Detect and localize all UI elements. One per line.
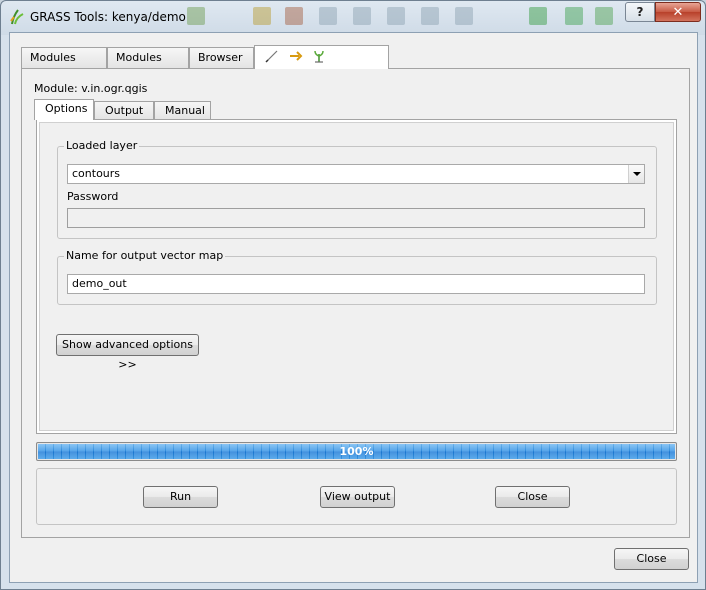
tab-output[interactable]: Output — [94, 101, 154, 120]
password-label: Password — [67, 190, 119, 203]
chevron-down-icon[interactable] — [628, 165, 644, 183]
grass-tools-window: GRASS Tools: kenya/demo ? ✕ Modules Tree — [0, 0, 706, 590]
tab-modules-tree[interactable]: Modules Tree — [21, 47, 107, 84]
progress-bar: 100% — [36, 442, 677, 461]
module-name-label: Module: v.in.ogr.qgis — [34, 82, 148, 95]
window-title: GRASS Tools: kenya/demo — [30, 10, 186, 24]
tab-options[interactable]: Options — [34, 99, 94, 120]
loaded-layer-group: Loaded layer contours Password — [57, 139, 657, 239]
tab-manual[interactable]: Manual — [154, 101, 211, 120]
tab-label: Options — [45, 102, 88, 115]
actions-box: Run View output Close — [36, 468, 677, 525]
progress-text: 100% — [339, 445, 374, 458]
tab-modules-list[interactable]: Modules List — [107, 47, 189, 84]
module-panel: Module: v.in.ogr.qgis Options Output Man… — [21, 68, 690, 538]
options-panel: Loaded layer contours Password Name for … — [36, 119, 677, 434]
background-toolbar — [181, 3, 621, 29]
show-advanced-options-button[interactable]: Show advanced options >> — [56, 334, 199, 371]
output-map-label: Name for output vector map — [64, 249, 226, 262]
edit-icon — [265, 50, 278, 63]
view-output-button[interactable]: View output — [320, 486, 395, 508]
output-map-group: Name for output vector map demo_out — [57, 249, 657, 305]
arrow-right-icon — [289, 51, 302, 61]
selected-layer: contours — [72, 167, 121, 180]
dialog-close-button[interactable]: Close — [614, 548, 689, 570]
run-button[interactable]: Run — [143, 486, 218, 508]
close-icon: ✕ — [672, 4, 684, 20]
tab-label: Browser — [198, 51, 243, 64]
help-button[interactable]: ? — [625, 2, 655, 22]
tab-browser[interactable]: Browser — [189, 47, 254, 69]
loaded-layer-select[interactable]: contours — [67, 164, 645, 184]
grass-app-icon — [10, 9, 24, 25]
close-action-button[interactable]: Close — [495, 486, 570, 508]
dialog-client-area: Modules Tree Modules List Browser — [9, 32, 698, 583]
tab-label: Output — [105, 104, 144, 117]
tab-module[interactable] — [254, 45, 389, 69]
output-map-input[interactable]: demo_out — [67, 274, 645, 294]
grass-tool-icon — [314, 50, 324, 63]
tab-label: Manual — [165, 104, 205, 117]
loaded-layer-label: Loaded layer — [64, 139, 140, 152]
window-close-button[interactable]: ✕ — [655, 2, 701, 22]
help-icon: ? — [636, 5, 644, 19]
password-field[interactable] — [67, 208, 645, 228]
title-bar[interactable]: GRASS Tools: kenya/demo ? ✕ — [1, 1, 705, 33]
